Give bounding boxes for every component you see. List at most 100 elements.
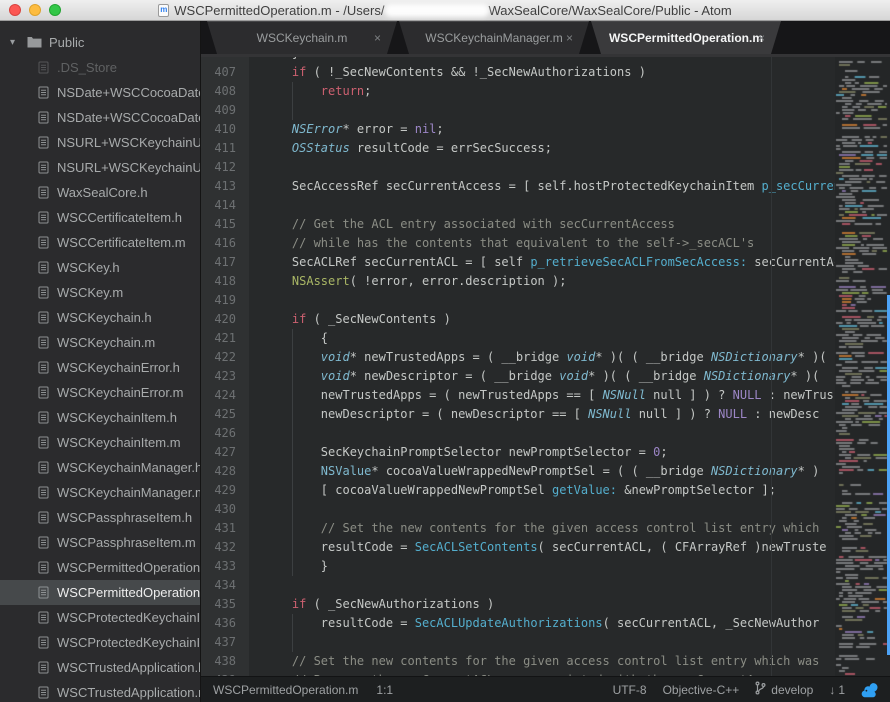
file-icon [38,611,49,624]
file-name-label: WSCTrustedApplication.h [57,660,200,675]
file-icon [38,336,49,349]
tree-view[interactable]: ▾ Public .DS_StoreNSDate+WSCCocoaDate.hN… [0,21,200,702]
tree-file-item[interactable]: .DS_Store [0,55,200,80]
tree-file-item[interactable]: WSCCertificateItem.m [0,230,200,255]
file-name-label: WSCPassphraseItem.m [57,535,196,550]
file-name-label: WSCKeychainItem.h [57,410,177,425]
file-name-label: WSCKeychainManager.m [57,485,200,500]
code-line: 419 [201,291,835,310]
traffic-lights [9,4,61,16]
tab-close-icon[interactable]: × [566,31,573,45]
file-icon [38,161,49,174]
code-line: 434 [201,576,835,595]
tree-file-item[interactable]: WSCTrustedApplication.m [0,680,200,702]
minimap[interactable] [835,57,890,676]
encoding-selector[interactable]: UTF-8 [613,683,647,697]
wrap-guide [771,57,772,676]
tree-file-item[interactable]: WSCKeychainManager.h [0,455,200,480]
grammar-selector[interactable]: Objective-C++ [663,683,740,697]
tab-close-icon[interactable]: × [758,31,765,45]
tree-file-item[interactable]: WSCKeychainError.h [0,355,200,380]
indent-guide [292,329,293,348]
tree-file-item[interactable]: WSCKey.h [0,255,200,280]
tree-file-item[interactable]: NSURL+WSCKeychainURL.h [0,130,200,155]
indent-guide [292,519,293,538]
code-text [249,424,835,443]
code-line: 415 // Get the ACL entry associated with… [201,215,835,234]
indent-guide [292,500,293,519]
line-number: 413 [201,177,249,196]
tree-root-folder[interactable]: ▾ Public [0,29,200,55]
tree-file-item[interactable]: WSCKeychainItem.m [0,430,200,455]
git-behind-count[interactable]: ↓ 1 [829,683,845,697]
git-branch-status[interactable]: develop [755,681,813,698]
tree-file-item[interactable]: WSCPassphraseItem.h [0,505,200,530]
redacted-username-blur [385,4,489,17]
file-name-label: WaxSealCore.h [57,185,148,200]
tree-file-item[interactable]: WSCKey.m [0,280,200,305]
code-text: resultCode = SecACLUpdateAuthorizations(… [249,614,835,633]
file-icon [38,361,49,374]
code-text: // Get the ACL entry associated with sec… [249,215,835,234]
git-branch-name: develop [771,683,813,697]
code-editor[interactable]: 406 }407 if ( !_SecNewContents && !_SecN… [201,57,890,676]
code-text: SecAccessRef secCurrentAccess = [ self.h… [249,177,835,196]
tab-close-icon[interactable]: × [374,31,381,45]
code-line: 416 // while has the contents that equiv… [201,234,835,253]
line-number: 432 [201,538,249,557]
code-line: 436 resultCode = SecACLUpdateAuthorizati… [201,614,835,633]
tree-file-item[interactable]: WSCKeychain.m [0,330,200,355]
zoom-window-button[interactable] [49,4,61,16]
tree-file-item[interactable]: WSCPermittedOperation.h [0,555,200,580]
tree-file-item[interactable]: WSCProtectedKeychainItem.m [0,630,200,655]
file-icon [38,536,49,549]
git-branch-icon [755,681,766,698]
file-icon [38,286,49,299]
tree-file-item[interactable]: NSDate+WSCCocoaDate.h [0,80,200,105]
close-window-button[interactable] [9,4,21,16]
indent-guide [292,462,293,481]
code-text: void* newTrustedApps = ( __bridge void* … [249,348,835,367]
tab-active[interactable]: WSCPermittedOperation.m× [591,21,781,54]
tree-file-item[interactable]: WSCKeychainManager.m [0,480,200,505]
line-number: 433 [201,557,249,576]
tree-file-item[interactable]: WSCKeychain.h [0,305,200,330]
file-name-label: WSCKeychainError.h [57,360,180,375]
tree-file-item[interactable]: NSURL+WSCKeychainURL.m [0,155,200,180]
line-number: 412 [201,158,249,177]
tree-file-item[interactable]: WaxSealCore.h [0,180,200,205]
file-name-label: .DS_Store [57,60,117,75]
indent-guide [292,557,293,576]
tree-file-item[interactable]: WSCTrustedApplication.h [0,655,200,680]
tree-root-label: Public [49,35,84,50]
file-icon [38,86,49,99]
tab-bar: WSCKeychain.m×WSCKeychainManager.m×WSCPe… [201,21,890,57]
code-text [249,291,835,310]
tree-file-item[interactable]: WSCPassphraseItem.m [0,530,200,555]
tree-file-item[interactable]: WSCPermittedOperation.m [0,580,200,605]
tree-file-item[interactable]: NSDate+WSCCocoaDate.m [0,105,200,130]
tab[interactable]: WSCKeychain.m× [207,21,397,54]
code-text: { [249,329,835,348]
tree-file-item[interactable]: WSCKeychainError.m [0,380,200,405]
code-text: [ cocoaValueWrappedNewPromptSel getValue… [249,481,835,500]
package-squirrel-icon[interactable] [861,682,878,698]
tree-file-item[interactable]: WSCCertificateItem.h [0,205,200,230]
code-line: 427 SecKeychainPromptSelector newPromptS… [201,443,835,462]
tree-file-item[interactable]: WSCProtectedKeychainItem.h [0,605,200,630]
minimize-window-button[interactable] [29,4,41,16]
indent-guide [292,348,293,367]
status-file-name: WSCPermittedOperation.m [213,683,358,697]
tree-file-item[interactable]: WSCKeychainItem.h [0,405,200,430]
tab[interactable]: WSCKeychainManager.m× [399,21,589,54]
file-name-label: WSCKey.m [57,285,123,300]
line-number: 427 [201,443,249,462]
cursor-position[interactable]: 1:1 [376,683,393,697]
code-line: 431 // Set the new contents for the give… [201,519,835,538]
indent-guide [292,481,293,500]
code-line: 424 newTrustedApps = ( newTrustedApps ==… [201,386,835,405]
chevron-down-icon[interactable]: ▾ [10,37,20,48]
line-number: 421 [201,329,249,348]
file-name-label: WSCKeychain.h [57,310,152,325]
line-number: 438 [201,652,249,671]
